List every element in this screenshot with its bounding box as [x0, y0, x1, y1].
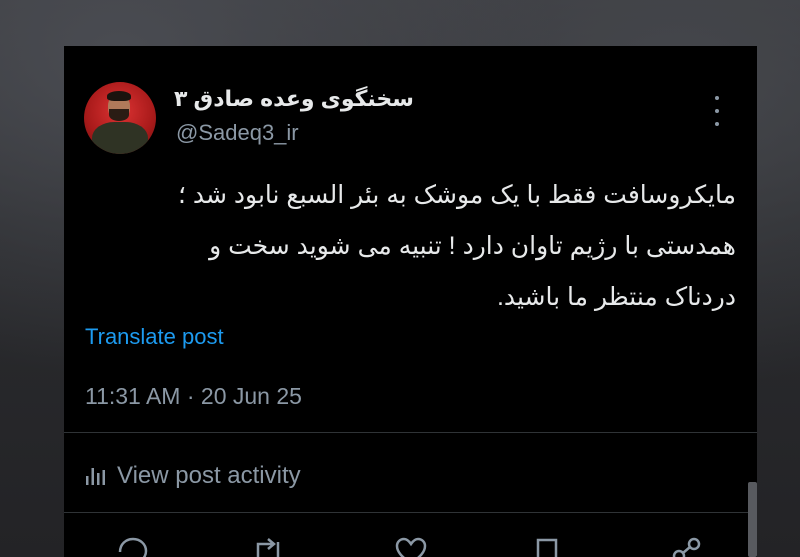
repost-icon[interactable]	[250, 536, 286, 557]
translate-post-link[interactable]: Translate post	[85, 324, 224, 350]
reply-icon[interactable]	[116, 536, 150, 557]
post-text-line: مایکروسافت فقط با یک موشک به بئر السبع ن…	[178, 181, 736, 209]
divider	[64, 512, 757, 513]
post-actions-bar	[64, 536, 757, 557]
avatar-body	[92, 122, 148, 154]
more-vertical-icon[interactable]	[710, 96, 724, 126]
divider	[64, 432, 757, 433]
avatar-hair	[107, 91, 131, 101]
more-dot	[715, 96, 719, 100]
bar-chart-icon	[86, 468, 105, 485]
more-dot	[715, 109, 719, 113]
user-handle[interactable]: @Sadeq3_ir	[176, 120, 299, 146]
view-post-activity-button[interactable]: View post activity	[85, 462, 301, 490]
post-text-line: همدستی با رژیم تاوان دارد ! تنبیه می شوی…	[209, 232, 736, 260]
display-name[interactable]: سخنگوی وعده صادق ۳	[174, 86, 414, 112]
bookmark-icon[interactable]	[534, 536, 560, 557]
post-timestamp[interactable]: 11:31 AM · 20 Jun 25	[85, 383, 302, 410]
scrollbar[interactable]	[748, 482, 757, 557]
share-icon[interactable]	[670, 536, 704, 557]
avatar[interactable]	[84, 82, 156, 154]
avatar-beard	[109, 109, 129, 121]
post-card: سخنگوی وعده صادق ۳ @Sadeq3_ir مایکروسافت…	[64, 46, 757, 557]
more-dot	[715, 122, 719, 126]
view-post-activity-label: View post activity	[117, 462, 301, 489]
heart-icon[interactable]	[394, 536, 428, 557]
post-text-line: دردناک منتظر ما باشید.	[496, 283, 736, 311]
post-text: مایکروسافت فقط با یک موشک به بئر السبع ن…	[84, 170, 736, 323]
